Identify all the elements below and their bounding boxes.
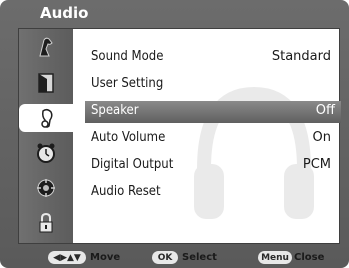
sidebar-item-time[interactable] <box>23 139 69 167</box>
audio-icon <box>41 108 53 128</box>
ok-key-badge: OK <box>152 251 178 264</box>
select-label: Select <box>182 252 217 263</box>
menu-title: Audio <box>40 4 89 22</box>
menu-item-sound-mode[interactable]: Sound Mode Standard <box>85 47 337 69</box>
menu-item-label: Speaker <box>91 103 139 118</box>
clock-icon <box>37 143 55 163</box>
menu-item-value: Off <box>315 103 335 118</box>
key-guide-bar: ◀▶▲▼ Move OK Select Menu Close <box>0 248 349 268</box>
menu-item-label: Audio Reset <box>91 184 161 199</box>
menu-item-label: Sound Mode <box>91 49 164 64</box>
menu-item-speaker[interactable]: Speaker Off <box>85 101 341 123</box>
category-sidebar <box>19 29 75 243</box>
audio-settings-list: Sound Mode Standard User Setting Speaker… <box>73 29 341 243</box>
menu-item-value: On <box>312 130 331 145</box>
sidebar-item-screen[interactable] <box>23 69 69 97</box>
setup-icon <box>37 179 55 197</box>
menu-item-audio-reset[interactable]: Audio Reset <box>85 182 337 204</box>
sidebar-item-lock[interactable] <box>23 209 69 237</box>
menu-item-digital-output[interactable]: Digital Output PCM <box>85 155 337 177</box>
menu-panel: Sound Mode Standard User Setting Speaker… <box>18 28 341 244</box>
move-key-badge: ◀▶▲▼ <box>48 251 86 264</box>
menu-item-value: PCM <box>302 157 331 172</box>
lock-icon <box>39 212 53 233</box>
menu-item-label: User Setting <box>91 76 164 91</box>
menu-item-user-setting[interactable]: User Setting <box>85 74 337 96</box>
sidebar-item-setup[interactable] <box>23 174 69 202</box>
close-label: Close <box>294 252 325 263</box>
menu-key-badge: Menu <box>258 251 292 264</box>
sidebar-item-audio[interactable] <box>19 104 75 132</box>
picture-icon <box>39 37 53 57</box>
move-label: Move <box>90 252 121 263</box>
menu-item-label: Auto Volume <box>91 130 166 145</box>
screen-icon <box>38 73 54 93</box>
menu-item-value: Standard <box>271 49 331 64</box>
sidebar-item-picture[interactable] <box>23 33 69 61</box>
menu-item-label: Digital Output <box>91 157 174 172</box>
audio-osd-menu: Audio Sound Mode Standard User Setting S… <box>0 0 349 268</box>
menu-item-auto-volume[interactable]: Auto Volume On <box>85 128 337 150</box>
